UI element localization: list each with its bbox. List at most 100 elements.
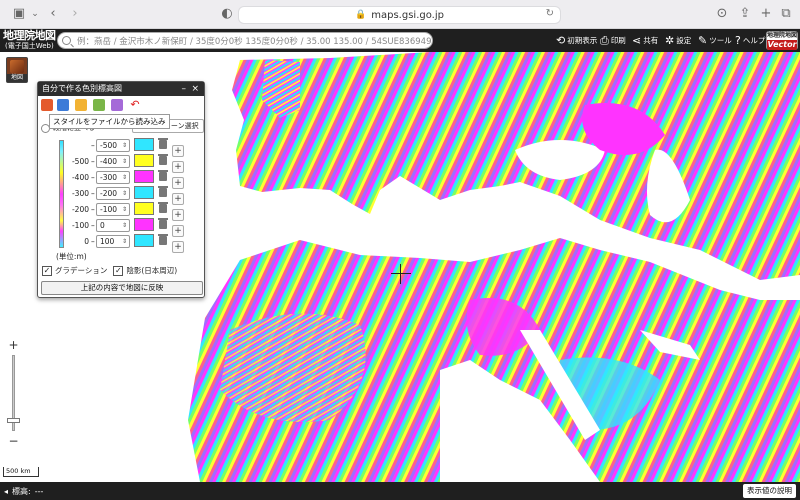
add-row-button[interactable]: + [172,225,184,237]
share-button[interactable]: ⋖ 共有 [632,33,658,48]
search-input[interactable]: 例：燕岳 / 金沢市木ノ新保町 / 35度0分0秒 135度0分0秒 / 35.… [57,32,433,49]
spinner-icon[interactable]: ⇕ [122,172,127,183]
zoom-in-button[interactable]: + [5,339,22,353]
spinner-icon[interactable]: ⇕ [122,204,127,215]
checkbox-checked-icon[interactable]: ✓ [113,265,124,276]
share-label: 共有 [643,36,659,45]
palette-icon[interactable] [111,99,123,111]
spinner-icon[interactable]: ⇕ [122,156,127,167]
color-swatch[interactable] [134,154,154,167]
hillshade-checkbox[interactable]: ✓ 陰影(日本周辺) [113,265,177,276]
chevron-down-icon[interactable]: ⌄ [26,6,44,22]
reload-icon[interactable]: ↻ [546,8,554,19]
gradation-checkbox[interactable]: ✓ グラデーション [42,265,107,276]
print-icon: ⎙ [600,33,609,47]
row-value: -500 [100,141,118,150]
display-values-button[interactable]: 表示値の説明 [743,484,796,498]
color-swatch[interactable] [134,218,154,231]
add-row-button[interactable]: + [172,161,184,173]
add-row-button[interactable]: + [172,209,184,221]
row-value-input[interactable]: 100 ⇕ [96,235,130,248]
trash-icon[interactable] [158,138,168,149]
row-value-input[interactable]: -500 ⇕ [96,139,130,152]
row-value-input[interactable]: -400 ⇕ [96,155,130,168]
add-row-button[interactable]: + [172,145,184,157]
crosshair-icon [400,264,401,284]
trash-icon[interactable] [158,170,168,181]
zoom-slider-handle[interactable] [7,418,20,423]
gear-icon: ✲ [665,34,675,47]
unit-label: (単位:m) [56,252,87,261]
tools-button[interactable]: ✎ ツール [698,33,732,48]
row-value-input[interactable]: -300 ⇕ [96,171,130,184]
settings-button[interactable]: ✲ 設定 [665,33,691,48]
row-dash: – [91,157,95,166]
trash-icon[interactable] [158,154,168,165]
row-dash: – [91,237,95,246]
open-style-icon[interactable] [75,99,87,111]
row-from: -500 [71,157,89,166]
trash-icon[interactable] [158,202,168,213]
layers-button[interactable]: 地図 [6,57,28,83]
print-button[interactable]: ⎙ 印刷 [600,33,626,48]
new-tab-icon[interactable]: + [757,6,775,22]
spinner-icon[interactable]: ⇕ [122,188,127,199]
row-value: -200 [100,189,118,198]
home-button[interactable]: ⟲ 初期表示 [556,33,597,48]
spinner-icon[interactable]: ⇕ [122,140,127,151]
row-value-input[interactable]: -200 ⇕ [96,187,130,200]
back-icon[interactable]: ‹ [44,6,62,22]
panel-titlebar[interactable]: 自分で作る色別標高図 – × [38,82,204,96]
color-swatch[interactable] [134,170,154,183]
layers-button-label: 地図 [7,74,27,82]
row-value-input[interactable]: 0 ⇕ [96,219,130,232]
vector-badge[interactable]: 地理院地図 Vector [766,31,798,50]
logo-title[interactable]: 地理院地図 [3,30,56,42]
minimize-icon[interactable]: – [182,82,187,96]
undo-icon[interactable]: ↶ [129,99,141,111]
elevation-label: 標高: [12,487,31,496]
apply-button[interactable]: 上記の内容で地図に反映 [41,281,203,295]
close-icon[interactable]: × [191,82,199,96]
lock-icon: 🔒 [355,10,367,20]
search-placeholder: 例：燕岳 / 金沢市木ノ新保町 / 35度0分0秒 135度0分0秒 / 35.… [77,36,433,47]
color-swatch[interactable] [134,138,154,151]
download-icon[interactable]: ⊙ [713,6,731,22]
gradation-label: グラデーション [55,266,108,275]
add-row-button[interactable]: + [172,241,184,253]
row-from: -200 [71,205,89,214]
privacy-icon[interactable]: ◐ [218,6,236,22]
spinner-icon[interactable]: ⇕ [122,236,127,247]
spinner-icon[interactable]: ⇕ [122,220,127,231]
share-icon[interactable]: ⇪ [736,6,754,22]
gradient-icon[interactable] [93,99,105,111]
add-row-button[interactable]: + [172,177,184,189]
map-layers-icon [10,60,24,73]
trash-icon[interactable] [158,218,168,229]
color-swatch[interactable] [134,186,154,199]
color-swatch[interactable] [134,234,154,247]
save-file-icon[interactable] [41,99,53,111]
tabs-icon[interactable]: ⧉ [777,6,795,22]
url-text: maps.gsi.go.jp [371,9,444,21]
add-row-button[interactable]: + [172,193,184,205]
panel-title: 自分で作る色別標高図 [42,84,122,93]
trash-icon[interactable] [158,234,168,245]
row-value-input[interactable]: -100 ⇕ [96,203,130,216]
color-swatch[interactable] [134,202,154,215]
row-from: -100 [71,221,89,230]
url-bar[interactable]: 🔒 maps.gsi.go.jp ↻ [238,6,561,24]
forward-icon[interactable]: › [66,6,84,22]
settings-label: 設定 [676,36,692,45]
expand-icon[interactable]: ◂ [4,487,8,496]
row-value: -100 [100,205,118,214]
help-button[interactable]: ? ヘルプ [735,33,765,48]
row-value: 0 [100,221,105,230]
row-dash: – [91,141,95,150]
zoom-out-button[interactable]: − [5,435,22,449]
trash-icon[interactable] [158,186,168,197]
home-label: 初期表示 [567,36,598,45]
load-file-icon[interactable] [57,99,69,111]
row-dash: – [91,205,95,214]
checkbox-checked-icon[interactable]: ✓ [42,265,52,276]
